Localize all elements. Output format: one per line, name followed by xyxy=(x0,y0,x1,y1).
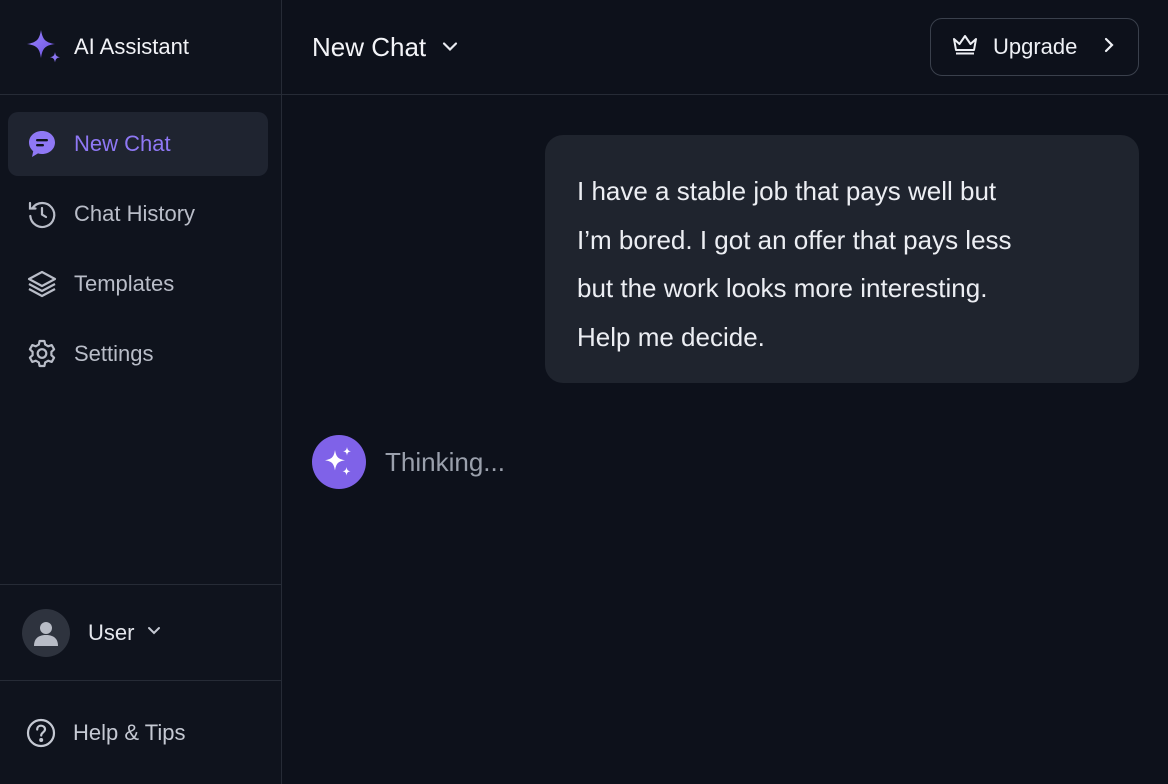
assistant-message: Thinking... xyxy=(312,435,505,489)
chevron-down-icon xyxy=(440,32,460,63)
user-name: User xyxy=(88,619,135,645)
chevron-down-icon xyxy=(146,622,162,643)
upgrade-label: Upgrade xyxy=(993,34,1078,59)
sidebar-item-label: New Chat xyxy=(74,131,171,156)
chat-main: New Chat Upgrade I have a stable job tha… xyxy=(282,0,1168,784)
sparkle-logo-icon xyxy=(24,27,64,67)
chat-bubble-icon xyxy=(25,127,59,161)
chat-title-dropdown[interactable]: New Chat xyxy=(312,32,460,63)
sidebar-item-chat-history[interactable]: Chat History xyxy=(8,182,268,246)
help-and-tips-link[interactable]: Help & Tips xyxy=(0,681,281,784)
thinking-status: Thinking... xyxy=(385,446,505,477)
help-circle-icon xyxy=(24,716,58,750)
help-label: Help & Tips xyxy=(73,719,186,745)
user-message-bubble: I have a stable job that pays well but I… xyxy=(545,135,1139,383)
message-list: I have a stable job that pays well but I… xyxy=(282,95,1168,783)
brand[interactable]: AI Assistant xyxy=(0,0,281,95)
message-line: I have a stable job that pays well but xyxy=(577,176,997,206)
crown-icon xyxy=(951,32,979,62)
assistant-avatar xyxy=(312,435,366,489)
page-title: New Chat xyxy=(312,31,427,62)
sidebar-item-label: Templates xyxy=(74,271,175,296)
sidebar-item-label: Settings xyxy=(74,341,154,366)
avatar xyxy=(22,608,70,657)
sidebar-item-templates[interactable]: Templates xyxy=(8,252,268,316)
message-line: I’m bored. I got an offer that pays less xyxy=(577,224,1012,255)
sidebar-item-label: Chat History xyxy=(74,201,196,226)
sidebar-item-settings[interactable]: Settings xyxy=(8,322,268,386)
sparkle-icon xyxy=(325,447,351,476)
user-silhouette-icon xyxy=(34,621,58,646)
top-bar: New Chat Upgrade xyxy=(282,0,1168,95)
user-menu[interactable]: User xyxy=(0,584,281,681)
app-name: AI Assistant xyxy=(74,34,189,59)
message-line: Help me decide. xyxy=(577,321,765,352)
gear-icon xyxy=(25,337,59,371)
app-window: AI Assistant New Chat Chat History Templ… xyxy=(0,0,1168,784)
chevron-right-icon xyxy=(1102,34,1116,60)
sidebar: AI Assistant New Chat Chat History Templ… xyxy=(0,0,282,784)
upgrade-button[interactable]: Upgrade xyxy=(930,18,1139,76)
sidebar-nav: New Chat Chat History Templates Settings xyxy=(0,95,281,386)
history-icon xyxy=(25,197,59,231)
sidebar-item-new-chat[interactable]: New Chat xyxy=(8,112,268,176)
layers-icon xyxy=(25,267,59,301)
message-line: but the work looks more interesting. xyxy=(577,273,988,303)
